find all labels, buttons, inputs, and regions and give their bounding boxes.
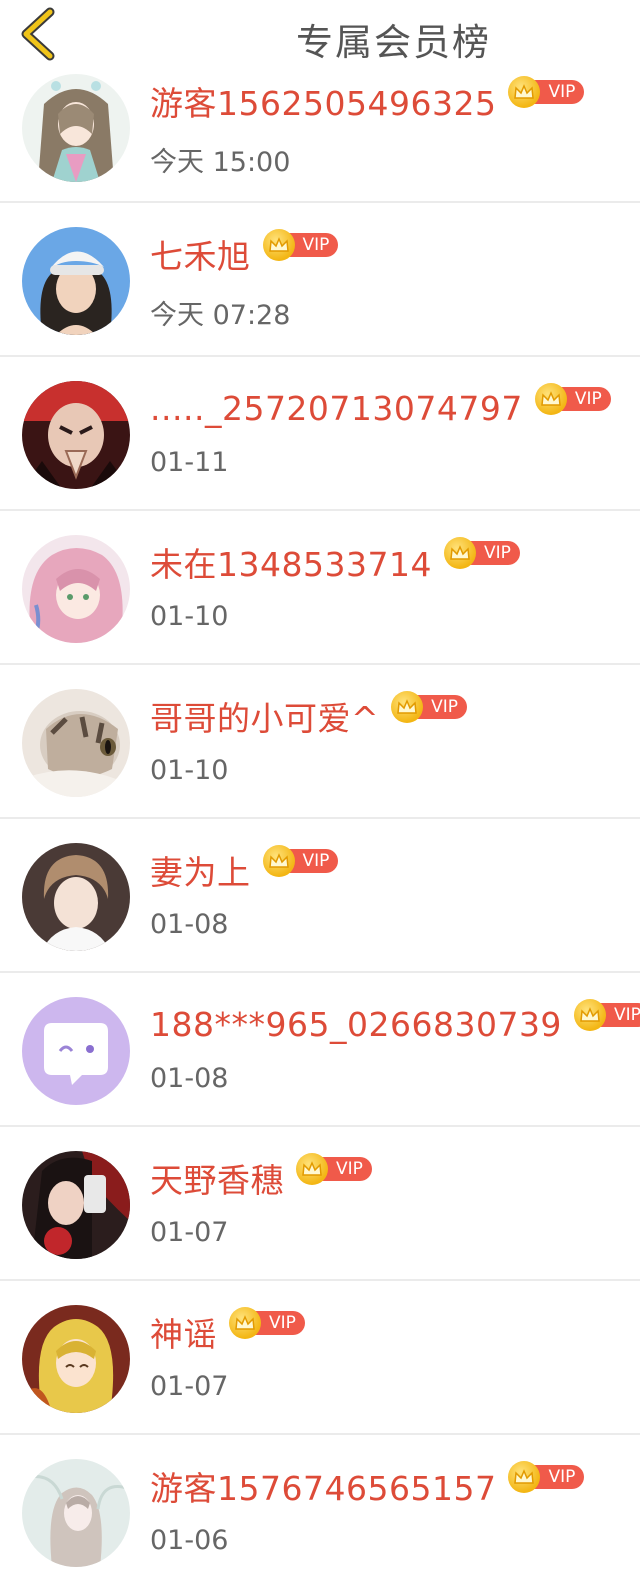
join-date: 今天 07:28: [150, 300, 291, 331]
avatar: [22, 535, 130, 643]
member-name: 七禾旭: [150, 237, 251, 276]
join-date: 01-07: [150, 1217, 229, 1248]
header-bar: 专属会员榜: [0, 0, 640, 72]
crown-icon: [262, 845, 295, 877]
crown-icon: [229, 1307, 261, 1339]
join-date: 01-06: [150, 1525, 229, 1556]
list-item[interactable]: 天野香穗 VIP 01-07: [0, 1127, 640, 1281]
list-item[interactable]: 游客1576746565157 VIP 01-06: [0, 1435, 640, 1589]
member-name: 188***965_0266830739: [150, 1004, 562, 1044]
avatar: [22, 1151, 130, 1259]
join-date: 01-08: [150, 1063, 229, 1094]
crown-icon: [262, 229, 295, 261]
member-name: 妻为上: [150, 853, 251, 892]
list-item[interactable]: 未在1348533714 VIP 01-10: [0, 511, 640, 665]
vip-badge: VIP: [573, 999, 640, 1031]
crown-icon: [573, 999, 606, 1031]
member-name: 哥哥的小可爱^: [150, 699, 380, 738]
member-list: 游客1562505496325 VIP 今天 15:00 七禾旭 VIP 今天 …: [0, 48, 640, 1589]
page-title: 专属会员榜: [296, 21, 491, 64]
list-item[interactable]: 七禾旭 VIP 今天 07:28: [0, 203, 640, 357]
member-name: ....._25720713074797: [150, 388, 523, 428]
vip-badge: VIP: [443, 537, 520, 569]
avatar: [22, 1305, 130, 1413]
crown-icon: [534, 383, 567, 415]
join-date: 01-08: [150, 909, 229, 940]
member-name: 游客1576746565157: [150, 1469, 497, 1508]
join-date: 今天 15:00: [150, 147, 291, 178]
avatar: [22, 689, 130, 797]
vip-badge: VIP: [262, 845, 339, 877]
join-date: 01-10: [150, 755, 229, 786]
avatar: [22, 997, 130, 1105]
avatar: [22, 227, 130, 335]
crown-icon: [391, 691, 424, 723]
member-name: 天野香穗: [150, 1161, 284, 1200]
member-name: 游客1562505496325: [150, 84, 497, 123]
list-item[interactable]: 妻为上 VIP 01-08: [0, 819, 640, 973]
vip-badge: VIP: [508, 1461, 585, 1493]
avatar: [22, 381, 130, 489]
list-item[interactable]: 哥哥的小可爱^ VIP 01-10: [0, 665, 640, 819]
vip-badge: VIP: [262, 229, 339, 261]
list-item[interactable]: 神谣 VIP 01-07: [0, 1281, 640, 1435]
join-date: 01-07: [150, 1371, 229, 1402]
crown-icon: [296, 1153, 328, 1185]
vip-badge: VIP: [229, 1307, 305, 1339]
crown-icon: [443, 537, 476, 569]
avatar: [22, 1459, 130, 1567]
list-item[interactable]: ....._25720713074797 VIP 01-11: [0, 357, 640, 511]
avatar: [22, 74, 130, 182]
vip-badge: VIP: [391, 691, 468, 723]
avatar: [22, 843, 130, 951]
vip-badge: VIP: [508, 76, 585, 108]
list-item[interactable]: 188***965_0266830739 VIP 01-08: [0, 973, 640, 1127]
vip-badge: VIP: [534, 383, 611, 415]
vip-badge: VIP: [296, 1153, 372, 1185]
member-name: 未在1348533714: [150, 545, 432, 584]
member-name: 神谣: [150, 1315, 217, 1354]
join-date: 01-10: [150, 601, 229, 632]
join-date: 01-11: [150, 447, 229, 478]
